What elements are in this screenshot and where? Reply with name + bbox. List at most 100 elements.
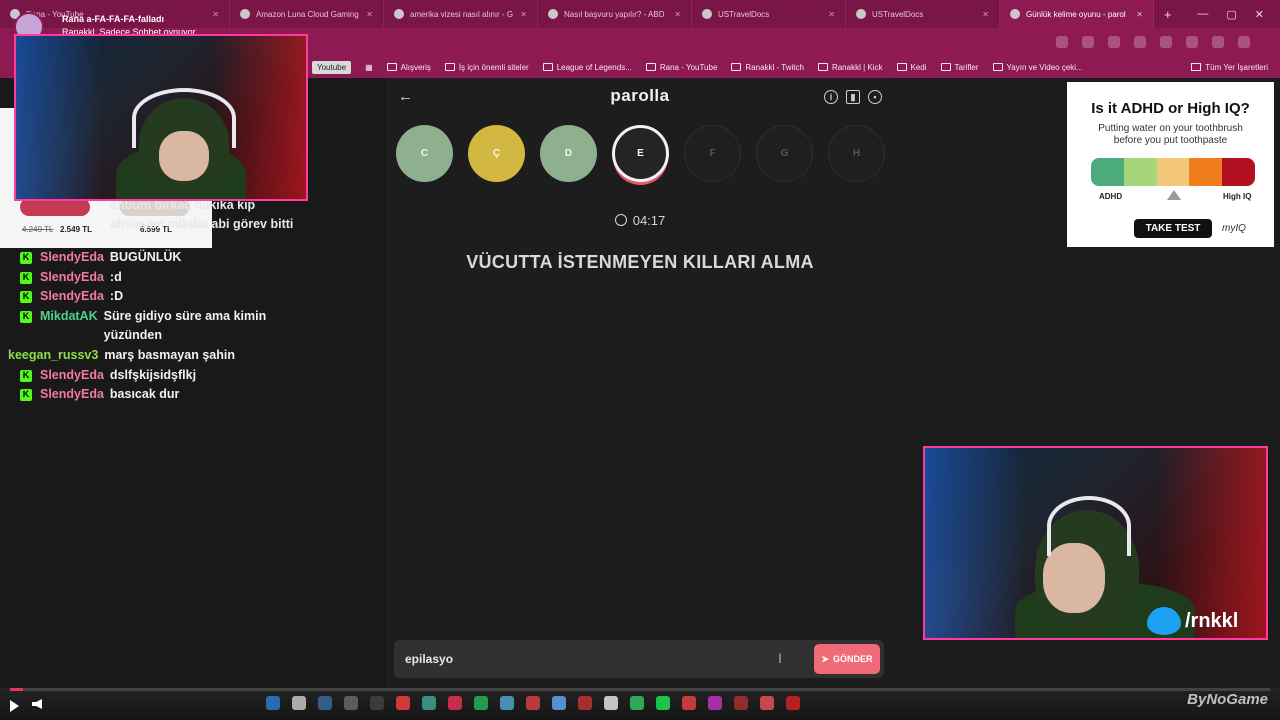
info-icon[interactable]: i <box>824 90 838 104</box>
tab-favicon-icon <box>394 9 404 19</box>
timer-value: 04:17 <box>632 213 666 228</box>
tab-close-icon[interactable]: ✕ <box>520 10 527 19</box>
chat-text: Süre gidiyo süre ama kimin yüzünden <box>103 308 267 343</box>
taskbar-app-icon[interactable] <box>292 696 306 710</box>
ad-scale <box>1091 158 1255 186</box>
browser-tab[interactable]: Günlük kelime oyunu - parol ✕ <box>1000 0 1154 28</box>
minimize-icon[interactable]: — <box>1197 8 1208 21</box>
close-icon[interactable]: ✕ <box>1255 8 1264 21</box>
chat-message: keegan_russv3 marş basmayan şahin <box>8 346 308 366</box>
screen: Rana - YouTube✕Youtube✕Amazon Luna Cloud… <box>0 0 1280 720</box>
iq-ad[interactable]: Is it ADHD or High IQ? Putting water on … <box>1067 82 1274 247</box>
folder-icon <box>896 63 907 71</box>
tab-close-icon[interactable]: ✕ <box>674 10 681 19</box>
taskbar-app-icon[interactable] <box>500 696 514 710</box>
apps-grid-icon[interactable]: ▦ <box>365 63 373 72</box>
tab-label: USTravelDocs <box>872 9 924 19</box>
send-button[interactable]: ➤ GÖNDER <box>814 644 880 674</box>
taskbar-app-icon[interactable] <box>682 696 696 710</box>
taskbar-app-icon[interactable] <box>578 696 592 710</box>
history-icon[interactable] <box>1186 36 1198 48</box>
taskbar-app-icon[interactable] <box>604 696 618 710</box>
taskbar-app-icon[interactable] <box>734 696 748 710</box>
chat-message: K MikdatAK Süre gidiyo süre ama kimin yüzü… <box>8 307 308 346</box>
take-test-button[interactable]: TAKE TEST <box>1134 219 1212 238</box>
taskbar-app-icon[interactable] <box>526 696 540 710</box>
bookmark-item[interactable]: İş için önemli siteler <box>444 63 529 72</box>
folder-icon <box>992 63 1003 71</box>
bookmark-item[interactable]: Ranakkl | Kick <box>817 63 883 72</box>
play-icon[interactable] <box>10 700 19 712</box>
chat-message: K SlendyEda BUGÜNLÜK <box>8 248 308 268</box>
browser-tab[interactable]: USTravelDocs ✕ <box>692 0 846 28</box>
menu-kebab-icon[interactable] <box>1238 36 1250 48</box>
bookmark-item[interactable]: Tarifler <box>940 63 979 72</box>
chat-username[interactable]: SlendyEda <box>40 287 104 307</box>
folder-icon <box>940 63 951 71</box>
extension-icon[interactable] <box>1056 36 1068 48</box>
taskbar-app-icon[interactable] <box>448 696 462 710</box>
chat-username[interactable]: SlendyEda <box>40 248 104 268</box>
chat-username[interactable]: SlendyEda <box>40 385 104 405</box>
extensions-puzzle-icon[interactable] <box>1160 36 1172 48</box>
answer-input[interactable] <box>398 644 798 674</box>
taskbar-app-icon[interactable] <box>552 696 566 710</box>
stats-chart-icon[interactable]: ▮ <box>846 90 860 104</box>
browser-tab[interactable]: USTravelDocs ✕ <box>846 0 1000 28</box>
maximize-icon[interactable]: ▢ <box>1226 8 1236 21</box>
taskbar-app-icon[interactable] <box>344 696 358 710</box>
bookmark-label: Yayın ve Video çeki... <box>1006 62 1083 72</box>
tab-close-icon[interactable]: ✕ <box>1136 10 1143 19</box>
folder-icon <box>645 63 656 71</box>
game-logo: parolla <box>610 86 670 105</box>
bookmark-item[interactable]: Ranakkl - Twitch <box>731 63 804 72</box>
kick-badge-icon: K <box>20 369 32 382</box>
taskbar-app-icon[interactable] <box>266 696 280 710</box>
extension-icon[interactable] <box>1108 36 1120 48</box>
chat-text: marş basmayan şahin <box>104 347 235 362</box>
progress-bar[interactable] <box>10 688 1270 691</box>
browser-tab[interactable]: amerika vizesi nasıl alınır - G ✕ <box>384 0 538 28</box>
chat-username[interactable]: MikdatAK <box>40 307 98 327</box>
tab-close-icon[interactable]: ✕ <box>828 10 835 19</box>
price: 2.549 TL <box>60 225 93 234</box>
tab-label: amerika vizesi nasıl alınır - G <box>410 9 514 19</box>
bookmark-item[interactable]: League of Legends... <box>542 63 632 72</box>
all-bookmarks[interactable]: Tüm Yer İşaretleri <box>1191 56 1268 78</box>
bookmark-item[interactable]: Yayın ve Video çeki... <box>992 62 1083 72</box>
bookmark-item[interactable]: Alışveriş <box>386 62 431 72</box>
bookmark-label: Alışveriş <box>400 62 431 72</box>
folder-icon <box>444 63 455 71</box>
browser-tab[interactable]: Nasıl başvuru yapılır? - ABD ✕ <box>538 0 692 28</box>
taskbar-icons <box>266 696 800 710</box>
browser-tab[interactable]: Amazon Luna Cloud Gaming ✕ <box>230 0 384 28</box>
taskbar-app-icon[interactable] <box>760 696 774 710</box>
volume-icon[interactable] <box>32 699 42 709</box>
tab-close-icon[interactable]: ✕ <box>982 10 989 19</box>
taskbar-app-icon[interactable] <box>708 696 722 710</box>
profile-icon[interactable] <box>1212 36 1224 48</box>
bookmark-item[interactable]: Rana - YouTube <box>645 63 717 72</box>
bookmark-youtube-pill[interactable]: Youtube <box>312 60 352 74</box>
chat-username[interactable]: SlendyEda <box>40 268 104 288</box>
chat-username[interactable]: SlendyEda <box>40 366 104 386</box>
extension-icon[interactable] <box>1134 36 1146 48</box>
taskbar-app-icon[interactable] <box>786 696 800 710</box>
chat-username[interactable]: keegan_russv3 <box>8 346 98 366</box>
folder-icon <box>386 63 397 71</box>
taskbar-app-icon[interactable] <box>396 696 410 710</box>
letter-circle-empty: G <box>756 125 813 182</box>
taskbar-app-icon[interactable] <box>422 696 436 710</box>
taskbar-app-icon[interactable] <box>630 696 644 710</box>
extension-icon[interactable] <box>1082 36 1094 48</box>
user-profile-icon[interactable]: • <box>868 90 882 104</box>
taskbar-app-icon[interactable] <box>370 696 384 710</box>
taskbar-app-icon[interactable] <box>656 696 670 710</box>
video-player-bar: ByNoGame <box>0 688 1280 720</box>
ad-title: Is it ADHD or High IQ? <box>1091 100 1250 117</box>
taskbar-app-icon[interactable] <box>318 696 332 710</box>
tab-close-icon[interactable]: ✕ <box>366 10 373 19</box>
taskbar-app-icon[interactable] <box>474 696 488 710</box>
bookmark-item[interactable]: Kedi <box>896 63 927 72</box>
new-tab-icon[interactable]: + <box>1154 7 1172 22</box>
